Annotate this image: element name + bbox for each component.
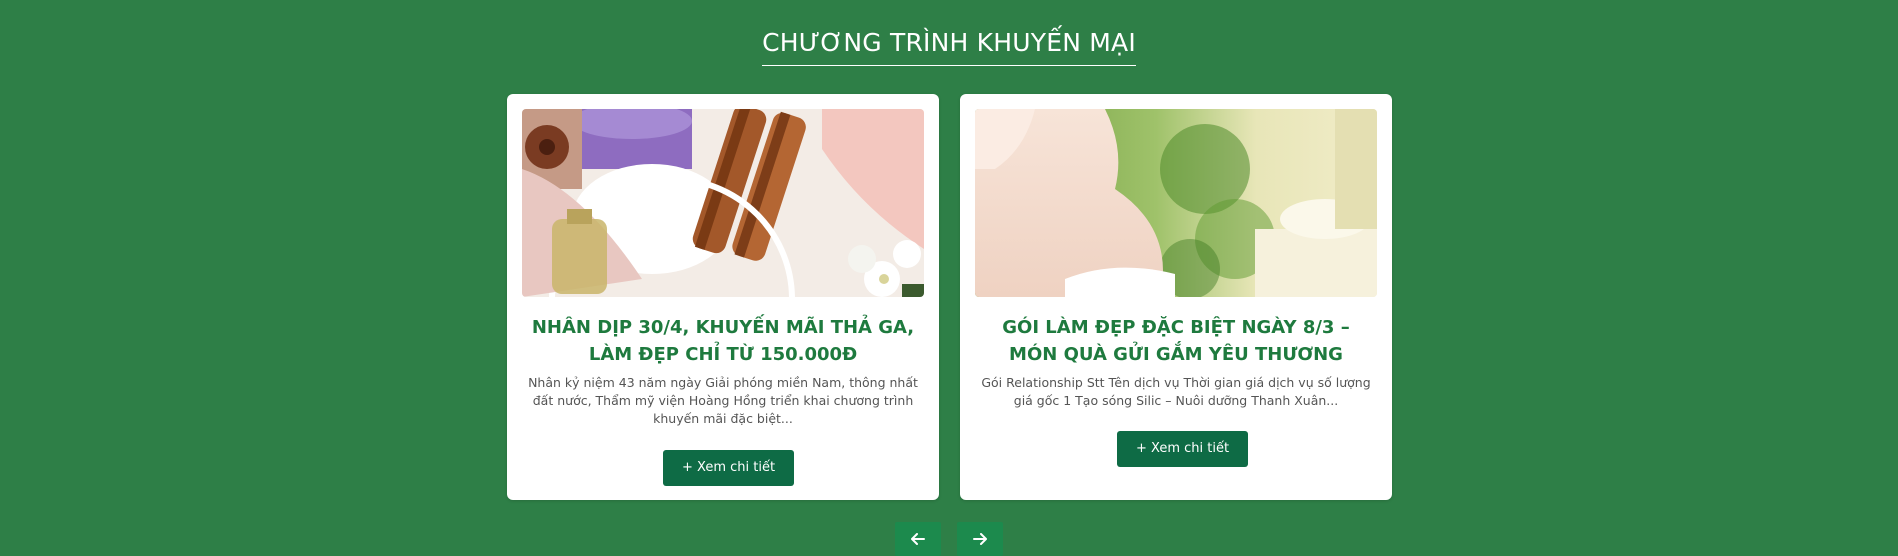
view-details-button[interactable]: + Xem chi tiết (663, 450, 795, 486)
arrow-right-icon (973, 530, 987, 547)
promotion-card: NHÂN DỊP 30/4, KHUYẾN MÃI THẢ GA, LÀM ĐẸ… (507, 94, 939, 500)
arrow-left-icon (911, 530, 925, 547)
promotion-title[interactable]: GÓI LÀM ĐẸP ĐẶC BIỆT NGÀY 8/3 – MÓN QUÀ … (982, 314, 1370, 368)
promotion-image-spa-woman[interactable] (975, 109, 1377, 297)
view-details-button[interactable]: + Xem chi tiết (1117, 431, 1249, 467)
promotion-description: Nhân kỷ niệm 43 năm ngày Giải phóng miền… (528, 375, 918, 426)
carousel-next-button[interactable] (957, 522, 1003, 556)
carousel-prev-button[interactable] (895, 522, 941, 556)
promotion-card: GÓI LÀM ĐẸP ĐẶC BIỆT NGÀY 8/3 – MÓN QUÀ … (960, 94, 1392, 500)
section-title: CHƯƠNG TRÌNH KHUYẾN MẠI (0, 28, 1898, 66)
promotion-image-spa-cinnamon[interactable] (522, 109, 924, 297)
promotion-title[interactable]: NHÂN DỊP 30/4, KHUYẾN MÃI THẢ GA, LÀM ĐẸ… (529, 314, 917, 368)
promotions-heading: CHƯƠNG TRÌNH KHUYẾN MẠI (762, 28, 1136, 66)
promotion-description: Gói Relationship Stt Tên dịch vụ Thời gi… (981, 375, 1371, 408)
